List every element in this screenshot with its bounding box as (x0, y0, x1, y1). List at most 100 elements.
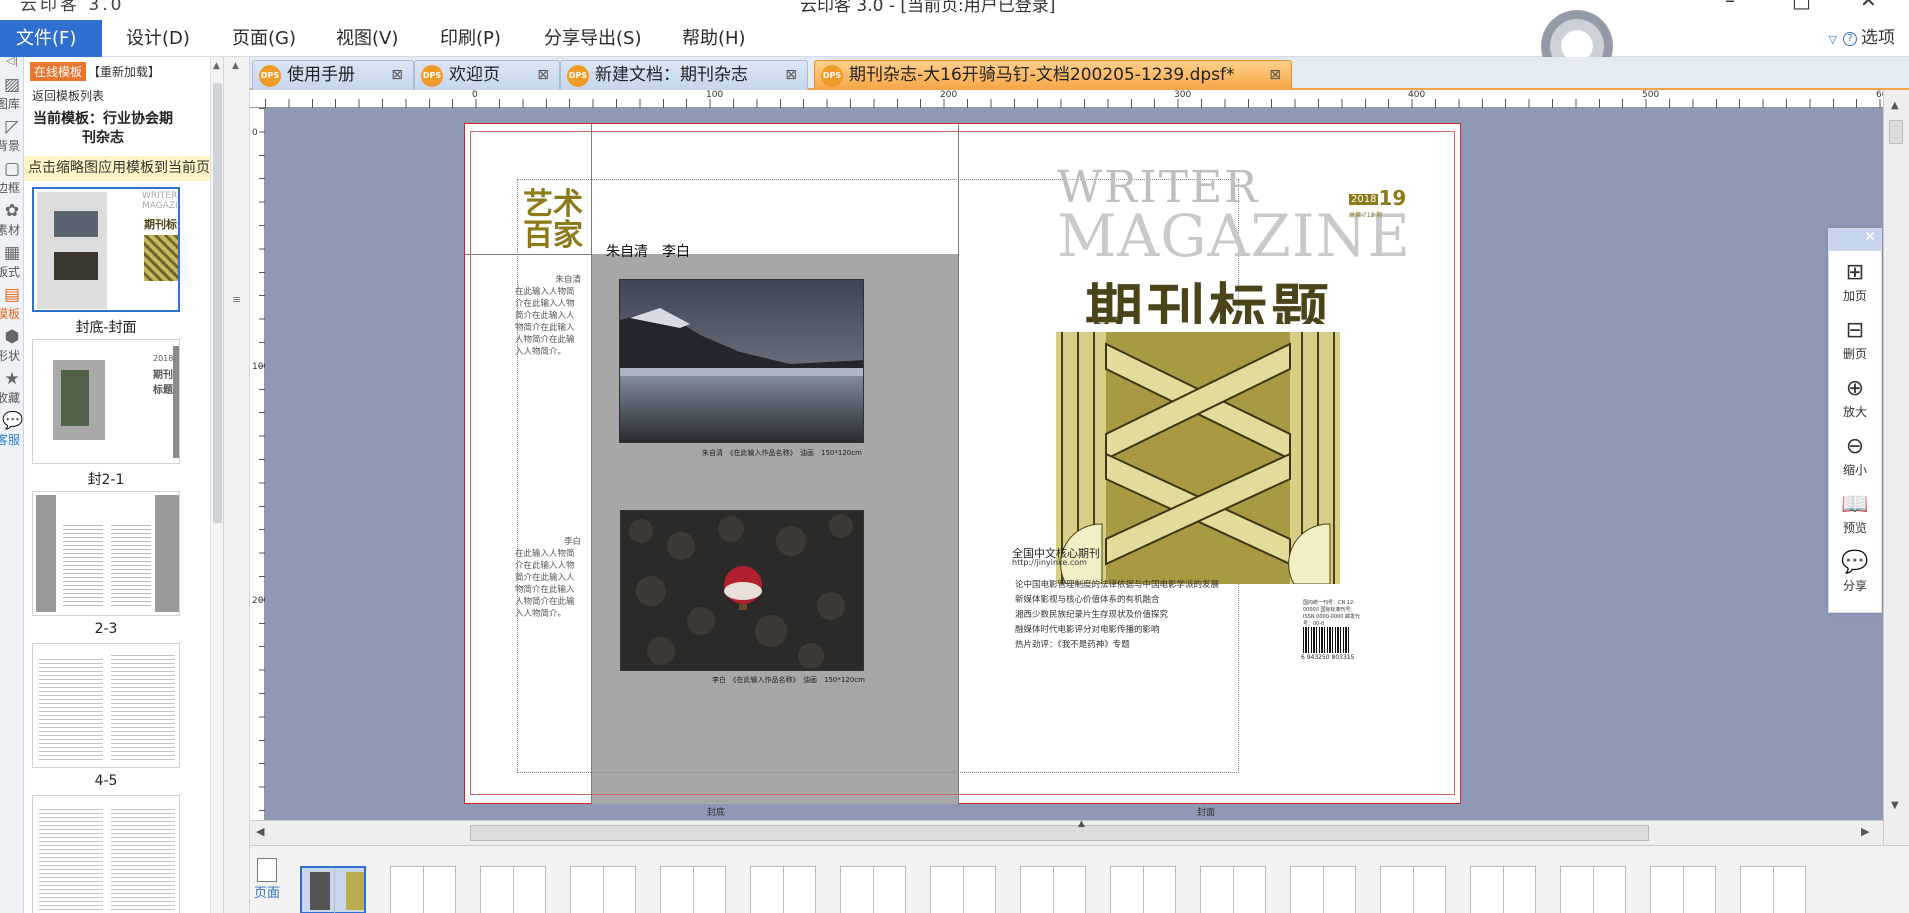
tab-magazine-document[interactable]: DPS 期刊杂志-大16开骑马钉-文档200205-1239.dpsf* ⊠ (814, 60, 1292, 90)
zoom-in-button[interactable]: ⊕ 放大 (1829, 375, 1881, 420)
page-thumbnail[interactable] (480, 866, 546, 913)
tool-favorite[interactable]: ★收藏 (0, 369, 23, 406)
close-icon[interactable]: ✕ (1860, 0, 1877, 12)
pages-button[interactable]: 页面 (252, 858, 282, 901)
scroll-thumb[interactable] (213, 83, 222, 523)
horizontal-scrollbar[interactable]: ◀ ▶ ▲ (250, 819, 1883, 845)
scroll-left-icon[interactable]: ◀ (256, 825, 264, 838)
toc-item[interactable]: 新媒体影视与核心价值体系的有机融合 (1015, 593, 1160, 605)
maximize-icon[interactable]: □ (1792, 0, 1811, 12)
scroll-thumb[interactable] (1889, 120, 1903, 144)
close-tab-icon[interactable]: ⊠ (391, 61, 403, 89)
menu-design[interactable]: 设计(D) (112, 20, 204, 57)
menu-print[interactable]: 印刷(P) (426, 20, 515, 57)
page-thumbnail[interactable] (1290, 866, 1356, 913)
tool-gallery[interactable]: ▨图库 (0, 75, 23, 112)
window-title: 云印客 3.0 - [当前页:用户已登录] (800, 0, 1056, 16)
page-thumbnail[interactable] (1200, 866, 1266, 913)
page-thumbnail[interactable] (1560, 866, 1626, 913)
tool-shape[interactable]: ⬢形状 (0, 327, 23, 364)
page-thumbnail[interactable] (1650, 866, 1716, 913)
preview-button[interactable]: 📖 预览 (1829, 491, 1881, 536)
page-thumbnail[interactable] (1470, 866, 1536, 913)
tool-background[interactable]: ◸背景 (0, 117, 23, 154)
template-thumb-2-3[interactable] (32, 491, 180, 616)
zoom-out-button[interactable]: ⊖ 缩小 (1829, 433, 1881, 478)
template-thumb-cover[interactable]: WRITER MAGAZINE 期刊标题 (32, 187, 180, 312)
close-tab-icon[interactable]: ⊠ (1269, 61, 1281, 89)
page-thumbnail[interactable] (390, 866, 456, 913)
toc-item[interactable]: 湘西少数民族纪录片生存现状及价值探究 (1015, 608, 1168, 620)
menu-help[interactable]: 帮助(H) (668, 20, 760, 57)
editor-canvas[interactable]: 艺术百家 朱自清 李白 朱自清 在此输入人物简介在此输入人物简介在此输入人物简介… (265, 108, 1883, 820)
scroll-up-icon[interactable]: ▲ (232, 61, 239, 71)
menu-view[interactable]: 视图(V) (322, 20, 412, 57)
scroll-down-icon[interactable]: ▼ (1891, 800, 1899, 811)
dps-icon: DPS (567, 65, 589, 87)
page-thumbnail[interactable] (570, 866, 636, 913)
collapse-icon[interactable]: ◁| (6, 57, 18, 67)
balloon-photo[interactable] (620, 510, 864, 671)
page-thumbnail[interactable] (1380, 866, 1446, 913)
menu-share-export[interactable]: 分享导出(S) (530, 20, 655, 57)
template-thumb-4-5[interactable] (32, 643, 180, 768)
scroll-thumb[interactable] (470, 825, 1649, 841)
close-tab-icon[interactable]: ⊠ (537, 61, 549, 89)
close-icon[interactable]: ✕ (1864, 229, 1876, 245)
back-to-list-link[interactable]: 返回模板列表 (32, 87, 104, 104)
tool-border[interactable]: ▢边框 (0, 159, 23, 196)
photo-caption: 李白 《在此输入作品名称》 油画 150*120cm (712, 676, 865, 684)
toc-item[interactable]: 融媒体时代电影评分对电影传播的影响 (1015, 623, 1160, 635)
minimize-icon[interactable]: – (1725, 0, 1735, 12)
options-button[interactable]: ▽? 选项 (1829, 20, 1895, 57)
artist-names[interactable]: 朱自清 李白 (606, 241, 690, 261)
close-tab-icon[interactable]: ⊠ (785, 61, 797, 89)
scroll-right-icon[interactable]: ▶ (1861, 825, 1869, 838)
scroll-up-icon[interactable]: ▲ (1891, 100, 1899, 111)
panel-splitter[interactable]: ▲ ≡ (224, 57, 250, 913)
landscape-photo[interactable] (619, 279, 864, 443)
splitter-handle-icon[interactable]: ≡ (232, 293, 241, 306)
delete-page-button[interactable]: ⊟ 删页 (1829, 317, 1881, 362)
collapse-handle-icon[interactable]: ▲ (1078, 819, 1085, 829)
tool-material[interactable]: ✿素材 (0, 201, 23, 238)
bio-text: 在此输入人物简介在此输入人物简介在此输入人物简介在此输入人物简介在此输入人物简介… (515, 549, 575, 619)
tool-template[interactable]: ▤模板 (0, 285, 23, 322)
page-thumbnail[interactable] (1110, 866, 1176, 913)
page-thumbnail[interactable] (660, 866, 726, 913)
page-thumbnail[interactable] (750, 866, 816, 913)
tab-online-templates[interactable]: 在线模板 (30, 62, 87, 81)
tab-new-document[interactable]: DPS 新建文档：期刊杂志 ⊠ (560, 60, 808, 90)
bio-block-1[interactable]: 朱自清 在此输入人物简介在此输入人物简介在此输入人物简介在此输入人物简介在此输入… (515, 274, 581, 358)
reload-button[interactable]: 【重新加载】 (86, 62, 162, 81)
background-icon: ◸ (5, 117, 19, 137)
chat-icon: 💬 (2, 411, 24, 431)
toc-item[interactable]: 热片劲评：《我不是药神》专题 (1015, 638, 1130, 650)
add-page-button[interactable]: ⊞ 加页 (1829, 259, 1881, 304)
magazine-spread[interactable]: 艺术百家 朱自清 李白 朱自清 在此输入人物简介在此输入人物简介在此输入人物简介… (464, 123, 1461, 805)
issue-number[interactable]: 2018 19 总第 712 期 (1349, 186, 1406, 219)
column-title[interactable]: 艺术百家 (523, 189, 587, 251)
menu-file[interactable]: 文件(F) (0, 20, 102, 57)
share-button[interactable]: 💬 分享 (1829, 549, 1881, 594)
bio-block-2[interactable]: 李白 在此输入人物简介在此输入人物简介在此输入人物简介在此输入人物简介在此输入人… (515, 536, 581, 620)
tab-welcome[interactable]: DPS 欢迎页 ⊠ (414, 60, 560, 90)
journal-url[interactable]: http://jinyinke.com (1012, 558, 1087, 567)
menu-page[interactable]: 页面(G) (218, 20, 310, 57)
page-thumbnail[interactable] (300, 866, 366, 913)
toc-item[interactable]: 论中国电影管理制度的法律依据与中国电影学派的发展 (1015, 578, 1219, 590)
template-thumb-6-7[interactable] (32, 795, 180, 913)
page-thumbnail[interactable] (1020, 866, 1086, 913)
template-thumb-cover2[interactable]: 2018 期刊 标题 (32, 339, 180, 464)
template-scrollbar[interactable]: ▲ (210, 57, 223, 913)
tool-layout[interactable]: ▦板式 (0, 243, 23, 280)
tab-user-manual[interactable]: DPS 使用手册 ⊠ (252, 60, 414, 90)
template-icon: ▤ (3, 285, 21, 305)
page-thumbnail[interactable] (840, 866, 906, 913)
scroll-up-icon[interactable]: ▲ (213, 61, 220, 71)
tool-support[interactable]: 💬客服 (0, 411, 24, 448)
page-thumbnail[interactable] (930, 866, 996, 913)
vertical-scrollbar[interactable]: ▲ ▼ (1883, 90, 1909, 845)
page-thumbnail[interactable] (1740, 866, 1806, 913)
barcode[interactable] (1303, 627, 1349, 653)
